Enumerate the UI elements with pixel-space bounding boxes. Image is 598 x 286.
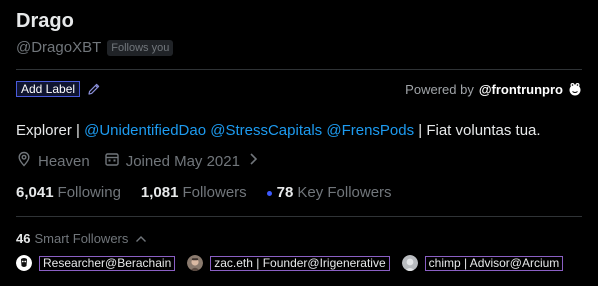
label-bar: Add Label Powered by @frontrunpro [16, 80, 582, 98]
smart-follower-item[interactable]: Researcher@Berachain [16, 255, 176, 271]
powered-by: Powered by @frontrunpro [405, 82, 582, 97]
bio-mention[interactable]: @FrensPods [326, 122, 414, 139]
bio-suffix: | Fiat voluntas tua. [414, 122, 541, 139]
profile-handle: @DragoXBT [16, 39, 102, 56]
location-text: Heaven [38, 152, 90, 170]
key-followers-count: 78 [276, 184, 294, 201]
handle-row: @DragoXBT Follows you [16, 39, 174, 56]
key-followers-stat[interactable]: 78 Key Followers [266, 184, 392, 201]
chevron-right-icon [249, 152, 258, 170]
divider [16, 69, 582, 70]
profile-bio: Explorer | @UnidentifiedDao @StressCapit… [16, 122, 541, 139]
smart-follower-tag[interactable]: zac.eth | Founder@Irigenerative [210, 255, 390, 271]
avatar [401, 255, 418, 271]
profile-stats: 6,041 Following 1,081 Followers 78 Key Foll… [16, 184, 392, 201]
following-label: Following [57, 184, 121, 201]
smart-followers-list: Researcher@Berachain zac.eth | Founder@I… [16, 255, 564, 271]
bio-mention[interactable]: @StressCapitals [210, 122, 322, 139]
avatar [187, 255, 204, 271]
following-stat[interactable]: 6,041 Following [16, 184, 121, 201]
location-pin-icon [16, 151, 32, 171]
key-followers-label: Key Followers [297, 184, 392, 201]
followers-stat[interactable]: 1,081 Followers [141, 184, 247, 201]
pencil-icon[interactable] [87, 82, 101, 96]
follows-you-badge: Follows you [107, 39, 174, 56]
bio-mention[interactable]: @UnidentifiedDao [84, 122, 206, 139]
smart-follower-item[interactable]: chimp | Advisor@Arcium [401, 255, 564, 271]
followers-count: 1,081 [140, 184, 179, 201]
smart-followers-header[interactable]: 46 Smart Followers [16, 231, 147, 246]
chevron-up-icon[interactable] [135, 231, 147, 246]
smart-follower-tag[interactable]: chimp | Advisor@Arcium [424, 255, 564, 271]
smart-followers-count: 46 [16, 231, 31, 246]
calendar-icon [104, 151, 120, 171]
powered-by-brand[interactable]: @frontrunpro [479, 82, 563, 97]
profile-name: Drago [16, 10, 74, 32]
location: Heaven [16, 151, 90, 171]
joined-date[interactable]: Joined May 2021 [104, 151, 258, 171]
bio-prefix: Explorer | [16, 122, 85, 139]
joined-text: Joined May 2021 [125, 152, 240, 170]
smart-follower-tag[interactable]: Researcher@Berachain [39, 255, 176, 271]
avatar [16, 255, 32, 271]
key-followers-dot-icon [266, 190, 272, 196]
add-label-button[interactable]: Add Label [16, 81, 81, 97]
profile-meta: Heaven Joined May 2021 [16, 151, 258, 171]
smart-follower-item[interactable]: zac.eth | Founder@Irigenerative [187, 255, 390, 271]
frog-icon [568, 82, 582, 96]
smart-followers-label: Smart Followers [34, 231, 129, 246]
divider [16, 216, 582, 217]
following-count: 6,041 [16, 184, 54, 201]
powered-by-label: Powered by [405, 81, 474, 97]
followers-label: Followers [182, 184, 247, 201]
